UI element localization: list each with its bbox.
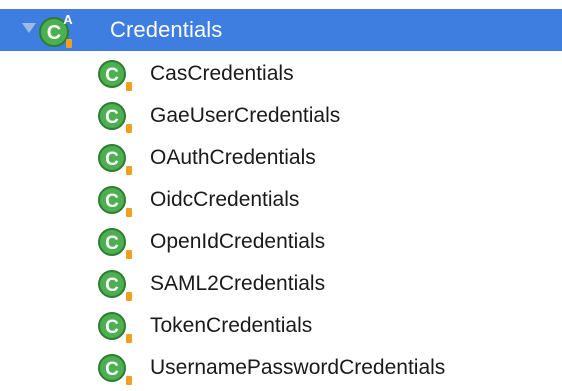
disclosure-triangle-expanded-icon[interactable] xyxy=(22,23,36,33)
tree-item-oidc-credentials[interactable]: C OidcCredentials xyxy=(96,180,562,220)
type-hierarchy-tree: C A Credentials C CasCredentials C GaeUs… xyxy=(0,0,562,391)
tree-item-label: GaeUserCredentials xyxy=(150,104,341,127)
tree-item-openid-credentials[interactable]: C OpenIdCredentials xyxy=(96,222,562,262)
tree-item-label: SAML2Credentials xyxy=(150,272,326,295)
svg-text:C: C xyxy=(47,22,61,44)
class-icon: C xyxy=(98,60,132,91)
svg-text:C: C xyxy=(105,65,119,86)
abstract-class-icon: C A xyxy=(39,12,73,48)
tree-root-row-credentials[interactable]: C A Credentials xyxy=(0,9,562,51)
svg-text:C: C xyxy=(105,275,119,296)
tree-item-label: OidcCredentials xyxy=(150,188,300,211)
tree-root-label: Credentials xyxy=(110,17,223,42)
class-icon: C xyxy=(98,312,132,343)
tree-item-oauth-credentials[interactable]: C OAuthCredentials xyxy=(96,138,562,178)
tree-item-label: CasCredentials xyxy=(150,62,294,85)
class-icon: C xyxy=(98,102,132,133)
svg-text:A: A xyxy=(63,12,73,27)
tree-item-token-credentials[interactable]: C TokenCredentials xyxy=(96,306,562,346)
tree-item-cas-credentials[interactable]: C CasCredentials xyxy=(96,54,562,94)
class-icon: C xyxy=(98,144,132,175)
svg-text:C: C xyxy=(105,107,119,128)
tree-item-gae-user-credentials[interactable]: C GaeUserCredentials xyxy=(96,96,562,136)
tree-item-label: OAuthCredentials xyxy=(150,146,316,169)
class-icon: C xyxy=(98,228,132,259)
tree-item-username-password-credentials[interactable]: C UsernamePasswordCredentials xyxy=(96,348,562,388)
class-icon: C xyxy=(98,186,132,217)
class-icon: C xyxy=(98,354,132,385)
tree-item-saml2-credentials[interactable]: C SAML2Credentials xyxy=(96,264,562,304)
class-icon: C xyxy=(98,270,132,301)
tree-item-label: OpenIdCredentials xyxy=(150,230,326,253)
svg-text:C: C xyxy=(105,191,119,212)
svg-text:C: C xyxy=(105,359,119,380)
svg-text:C: C xyxy=(105,233,119,254)
svg-text:C: C xyxy=(105,317,119,338)
tree-item-label: TokenCredentials xyxy=(150,314,313,337)
tree-item-label: UsernamePasswordCredentials xyxy=(150,356,446,379)
svg-text:C: C xyxy=(105,149,119,170)
